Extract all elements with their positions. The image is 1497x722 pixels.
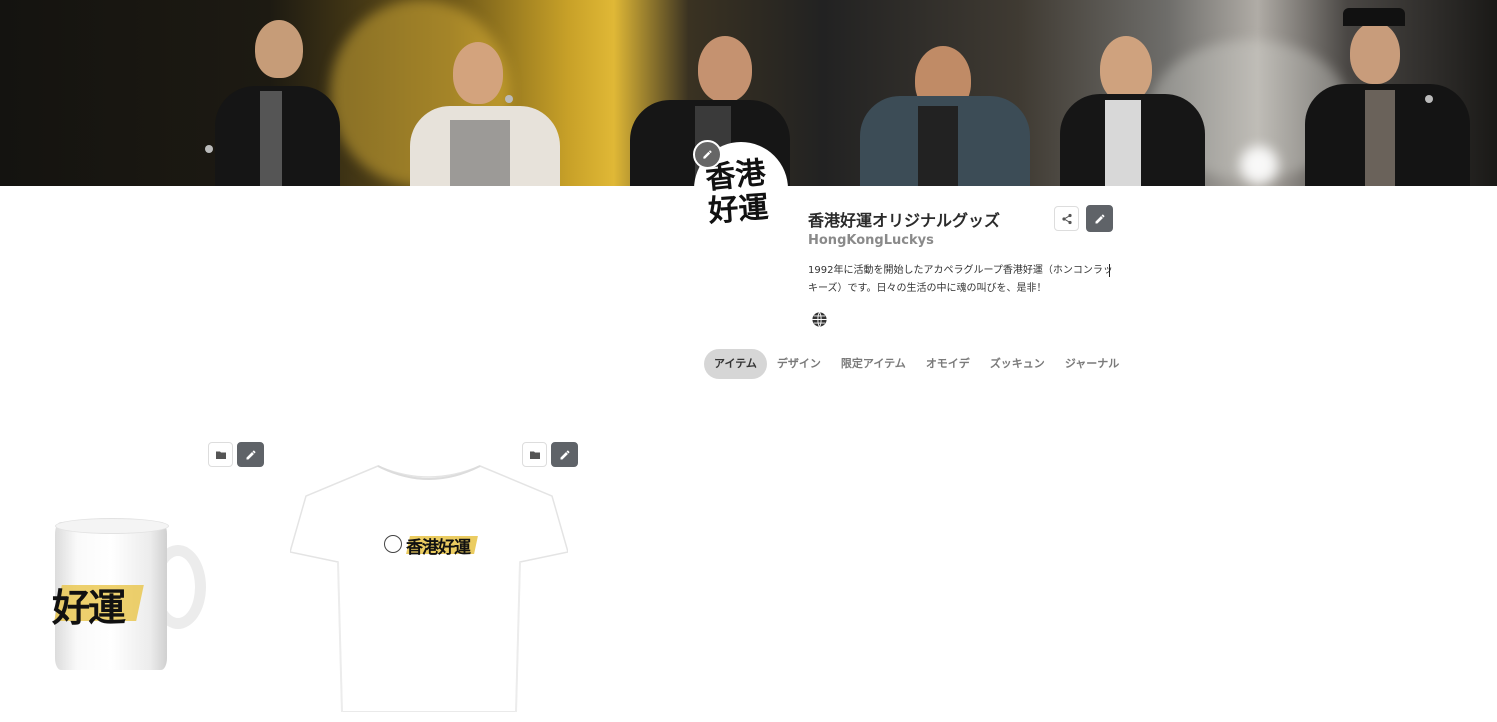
mug-rim — [55, 518, 169, 534]
stage-light — [1240, 146, 1278, 184]
performer — [1060, 0, 1210, 186]
avatar-edit-button[interactable] — [693, 140, 722, 169]
folder-icon — [529, 451, 540, 459]
tab-zukkyun[interactable]: ズッキュン — [980, 349, 1055, 379]
globe-icon — [812, 312, 827, 327]
share-icon — [1061, 213, 1072, 224]
tab-journal[interactable]: ジャーナル — [1055, 349, 1129, 379]
edit-profile-button[interactable] — [1086, 205, 1113, 232]
product-folder-button[interactable] — [208, 442, 233, 467]
shop-handle: HongKongLuckys — [808, 233, 934, 248]
pencil-icon — [246, 450, 255, 459]
performer — [205, 0, 345, 186]
performer — [405, 0, 565, 186]
share-button[interactable] — [1054, 206, 1079, 231]
tshirt-image — [290, 465, 568, 712]
mug-print-text: 好運 — [52, 585, 126, 630]
tshirt-logo-mark — [384, 535, 402, 553]
product-edit-button[interactable] — [237, 442, 264, 467]
pencil-icon — [1095, 214, 1104, 223]
website-link[interactable] — [811, 311, 828, 328]
text-cursor — [1109, 264, 1110, 277]
shop-tabs: アイテム デザイン 限定アイテム オモイデ ズッキュン ジャーナル — [704, 349, 1129, 379]
pencil-icon — [560, 450, 569, 459]
tshirt-print-text: 香港好運 — [406, 538, 471, 558]
tab-limited-items[interactable]: 限定アイテム — [831, 349, 916, 379]
folder-icon — [215, 451, 226, 459]
shop-title: 香港好運オリジナルグッズ — [808, 211, 1001, 230]
performer — [1295, 0, 1475, 186]
tab-omoide[interactable]: オモイデ — [916, 349, 980, 379]
pencil-icon — [703, 150, 712, 159]
tab-designs[interactable]: デザイン — [767, 349, 831, 379]
svg-text:好運: 好運 — [706, 190, 769, 229]
performer — [840, 0, 1030, 186]
tab-items[interactable]: アイテム — [704, 349, 767, 379]
shop-description: 1992年に活動を開始したアカペラグループ香港好運（ホンコンラッキーズ）です。日… — [808, 265, 1113, 294]
